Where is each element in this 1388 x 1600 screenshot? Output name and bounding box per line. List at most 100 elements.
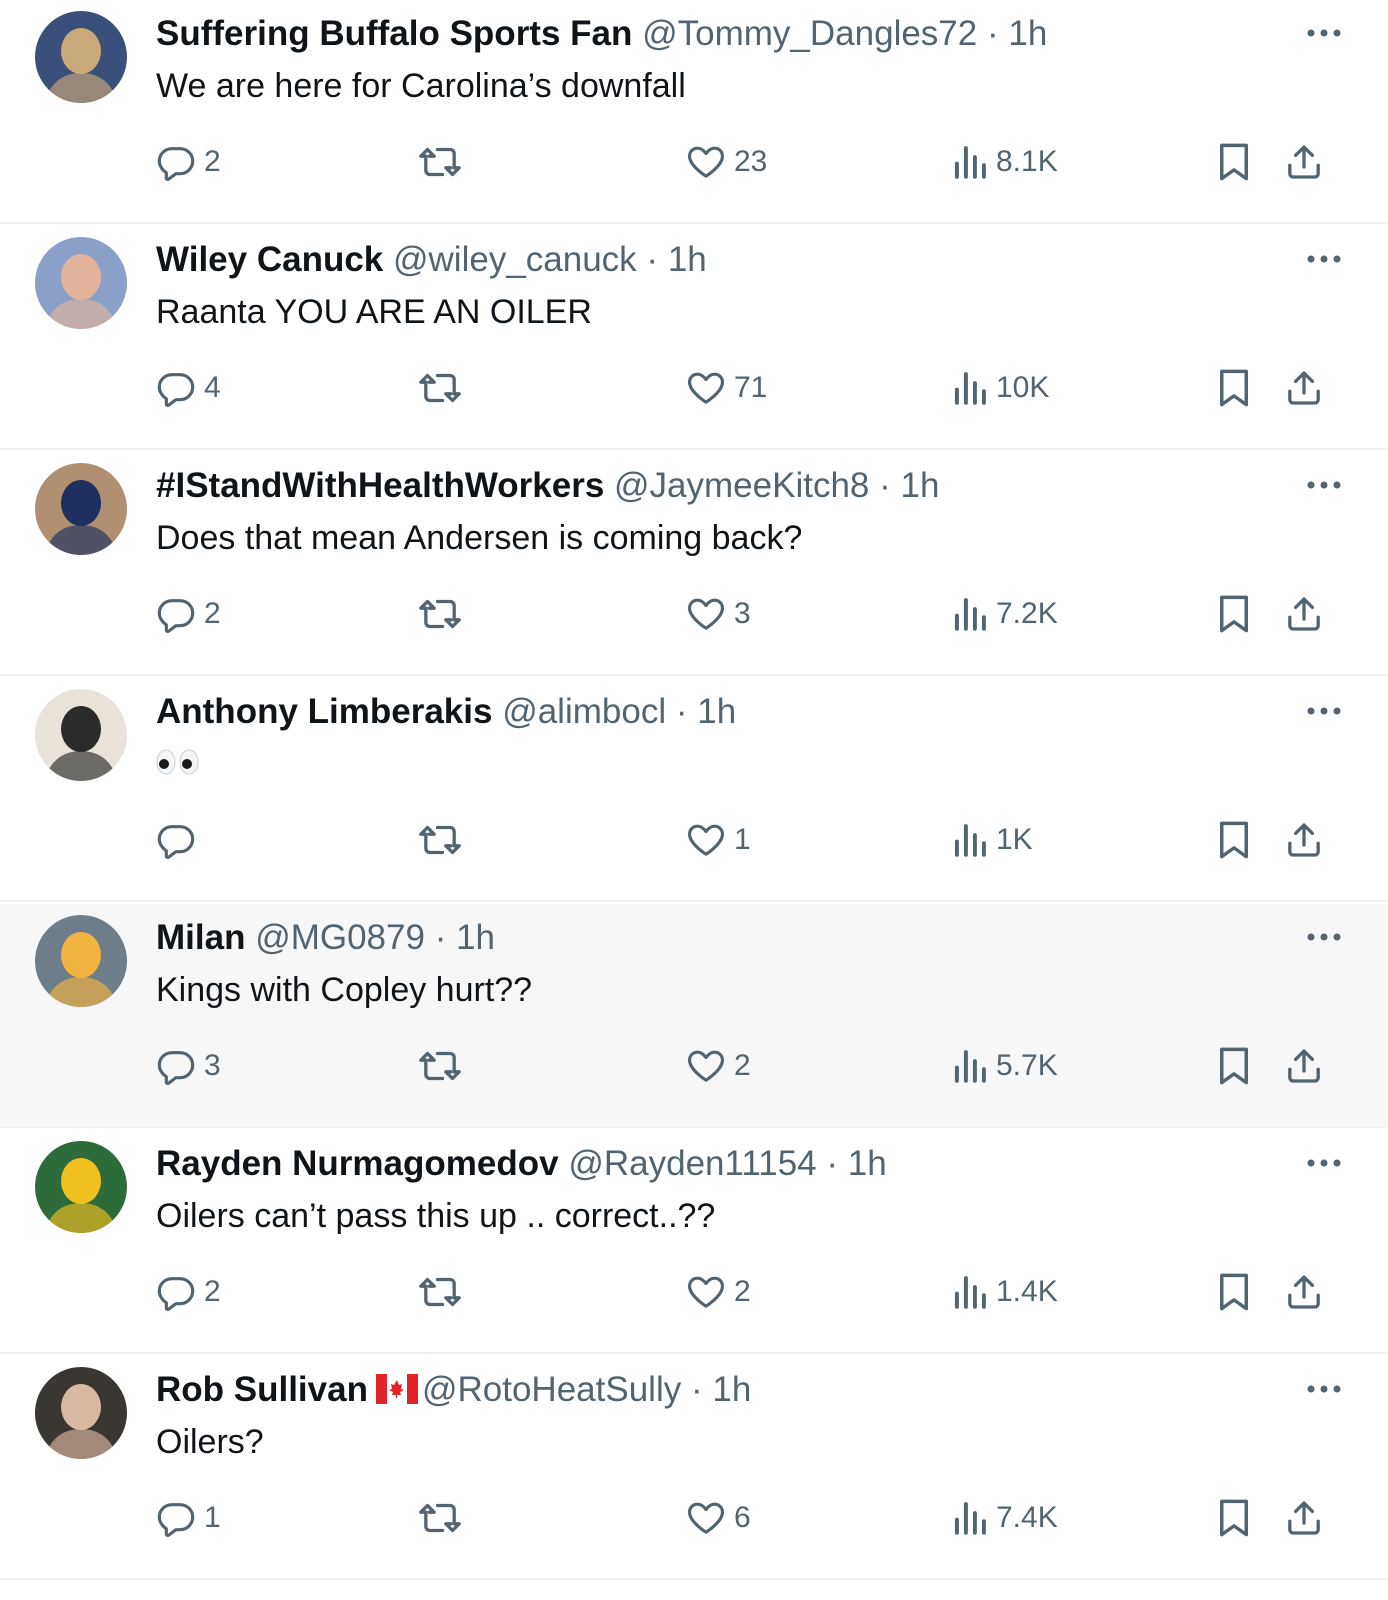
retweet-icon — [418, 1272, 462, 1312]
tweet[interactable]: Milan @MG0879 · 1h Kings with Copley hurt… — [0, 904, 1388, 1128]
more-options-icon[interactable] — [1304, 1148, 1344, 1178]
handle[interactable]: @Rayden11154 — [568, 1144, 816, 1183]
like-button[interactable]: 3 — [686, 592, 751, 636]
handle[interactable]: @wiley_canuck — [393, 240, 637, 279]
retweet-button[interactable] — [418, 366, 462, 410]
timestamp[interactable]: 1h — [456, 918, 495, 957]
views-chart-icon — [952, 1498, 988, 1538]
retweet-button[interactable] — [418, 592, 462, 636]
share-button[interactable] — [1284, 1270, 1324, 1314]
avatar[interactable] — [35, 915, 127, 1007]
avatar[interactable] — [35, 1141, 127, 1233]
bookmark-button[interactable] — [1216, 366, 1252, 410]
like-button[interactable]: 6 — [686, 1496, 751, 1540]
tweet[interactable]: Rayden Nurmagomedov @Rayden11154 · 1h Oil… — [0, 1130, 1388, 1354]
tweet[interactable]: Suffering Buffalo Sports Fan @Tommy_Dang… — [0, 0, 1388, 224]
display-name[interactable]: Suffering Buffalo Sports Fan — [156, 14, 632, 53]
more-options-icon[interactable] — [1304, 470, 1344, 500]
share-button[interactable] — [1284, 366, 1324, 410]
views-count: 1K — [996, 823, 1033, 856]
views-button[interactable]: 7.4K — [952, 1496, 1058, 1540]
like-button[interactable]: 1 — [686, 818, 751, 862]
display-name[interactable]: Milan — [156, 918, 245, 957]
more-options-icon[interactable] — [1304, 18, 1344, 48]
reply-button[interactable]: 1 — [156, 1496, 221, 1540]
retweet-icon — [418, 1498, 462, 1538]
retweet-icon — [418, 368, 462, 408]
share-button[interactable] — [1284, 1044, 1324, 1088]
views-count: 8.1K — [996, 145, 1058, 178]
like-button[interactable]: 23 — [686, 140, 767, 184]
share-button[interactable] — [1284, 1496, 1324, 1540]
avatar[interactable] — [35, 237, 127, 329]
views-count: 10K — [996, 371, 1050, 404]
retweet-button[interactable] — [418, 140, 462, 184]
timestamp[interactable]: 1h — [697, 692, 736, 731]
reply-button[interactable] — [156, 818, 196, 862]
bookmark-button[interactable] — [1216, 1044, 1252, 1088]
avatar[interactable] — [35, 463, 127, 555]
share-button[interactable] — [1284, 818, 1324, 862]
views-button[interactable]: 1.4K — [952, 1270, 1058, 1314]
bookmark-button[interactable] — [1216, 1270, 1252, 1314]
share-button[interactable] — [1284, 592, 1324, 636]
display-name[interactable]: #IStandWithHealthWorkers — [156, 466, 604, 505]
handle[interactable]: @Tommy_Dangles72 — [642, 14, 977, 53]
timestamp[interactable]: 1h — [712, 1370, 751, 1409]
views-button[interactable]: 1K — [952, 818, 1033, 862]
tweet[interactable]: #IStandWithHealthWorkers @JaymeeKitch8 ·… — [0, 452, 1388, 676]
like-button[interactable]: 2 — [686, 1270, 751, 1314]
avatar[interactable] — [35, 11, 127, 103]
views-count: 5.7K — [996, 1049, 1058, 1082]
tweet-header: Suffering Buffalo Sports Fan @Tommy_Dang… — [156, 12, 1047, 56]
avatar[interactable] — [35, 689, 127, 781]
display-name[interactable]: Anthony Limberakis — [156, 692, 492, 731]
display-name[interactable]: Rayden Nurmagomedov — [156, 1144, 559, 1183]
retweet-button[interactable] — [418, 1496, 462, 1540]
reply-button[interactable]: 2 — [156, 592, 221, 636]
bookmark-button[interactable] — [1216, 592, 1252, 636]
bookmark-button[interactable] — [1216, 140, 1252, 184]
views-count: 7.4K — [996, 1501, 1058, 1534]
tweet[interactable]: Wiley Canuck @wiley_canuck · 1h Raanta YO… — [0, 226, 1388, 450]
more-options-icon[interactable] — [1304, 244, 1344, 274]
views-count: 7.2K — [996, 597, 1058, 630]
more-options-icon[interactable] — [1304, 1374, 1344, 1404]
more-options-icon[interactable] — [1304, 696, 1344, 726]
bookmark-button[interactable] — [1216, 818, 1252, 862]
display-name[interactable]: Rob Sullivan — [156, 1370, 368, 1409]
retweet-button[interactable] — [418, 1270, 462, 1314]
handle[interactable]: @RotoHeatSully — [422, 1370, 681, 1409]
tweet[interactable]: Anthony Limberakis @alimbocl · 1h 1 1K — [0, 678, 1388, 902]
views-button[interactable]: 8.1K — [952, 140, 1058, 184]
reply-button[interactable]: 3 — [156, 1044, 221, 1088]
likes-count: 71 — [734, 371, 768, 404]
share-icon — [1284, 1045, 1324, 1087]
timestamp[interactable]: 1h — [848, 1144, 887, 1183]
more-options-icon[interactable] — [1304, 922, 1344, 952]
timestamp[interactable]: 1h — [1008, 14, 1047, 53]
tweet-text — [156, 742, 199, 786]
like-button[interactable]: 71 — [686, 366, 767, 410]
like-button[interactable]: 2 — [686, 1044, 751, 1088]
share-button[interactable] — [1284, 140, 1324, 184]
tweet[interactable]: Rob Sullivan @RotoHeatSully · 1h Oilers? 1 6… — [0, 1356, 1388, 1580]
timestamp[interactable]: 1h — [668, 240, 707, 279]
handle[interactable]: @MG0879 — [255, 918, 425, 957]
reply-button[interactable]: 2 — [156, 140, 221, 184]
reply-button[interactable]: 2 — [156, 1270, 221, 1314]
retweet-button[interactable] — [418, 1044, 462, 1088]
reply-button[interactable]: 4 — [156, 366, 221, 410]
retweet-button[interactable] — [418, 818, 462, 862]
heart-icon — [686, 1498, 726, 1538]
views-button[interactable]: 5.7K — [952, 1044, 1058, 1088]
handle[interactable]: @JaymeeKitch8 — [614, 466, 869, 505]
bookmark-button[interactable] — [1216, 1496, 1252, 1540]
avatar[interactable] — [35, 1367, 127, 1459]
handle[interactable]: @alimbocl — [502, 692, 666, 731]
timestamp[interactable]: 1h — [901, 466, 940, 505]
views-button[interactable]: 10K — [952, 366, 1049, 410]
display-name[interactable]: Wiley Canuck — [156, 240, 383, 279]
views-button[interactable]: 7.2K — [952, 592, 1058, 636]
reply-icon — [156, 820, 196, 860]
